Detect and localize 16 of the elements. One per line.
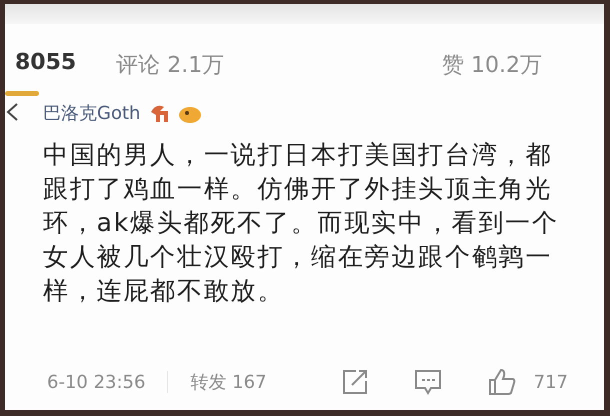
comment-text: 环，ak爆头都死不了。而现实中，看到一个	[42, 207, 560, 239]
comment-text: 中国的男人，一说打日本打美国打台湾，都	[42, 139, 554, 171]
comment-icon[interactable]	[414, 369, 442, 395]
repost-count[interactable]: 转发 167	[190, 370, 267, 394]
timestamp: 6-10 23:56	[47, 372, 146, 392]
author-name[interactable]: 巴洛克Goth	[43, 101, 140, 125]
tab[interactable]: 赞 10.2万	[442, 50, 542, 80]
comment-text: 样，连屁都不敢放。	[42, 275, 286, 307]
back-icon[interactable]	[5, 102, 19, 122]
tab[interactable]: 评论 2.1万	[116, 50, 224, 80]
like-count: 717	[534, 372, 568, 392]
comment-text: 女人被几个壮汉殴打，缩在旁边跟个鹌鹑一	[42, 241, 554, 273]
comment-text: 跟打了鸡血一样。仿佛开了外挂头顶主角光	[42, 173, 554, 205]
like-icon[interactable]	[488, 368, 516, 396]
share-icon[interactable]	[342, 369, 368, 395]
tab[interactable]: 8055	[5, 50, 76, 96]
